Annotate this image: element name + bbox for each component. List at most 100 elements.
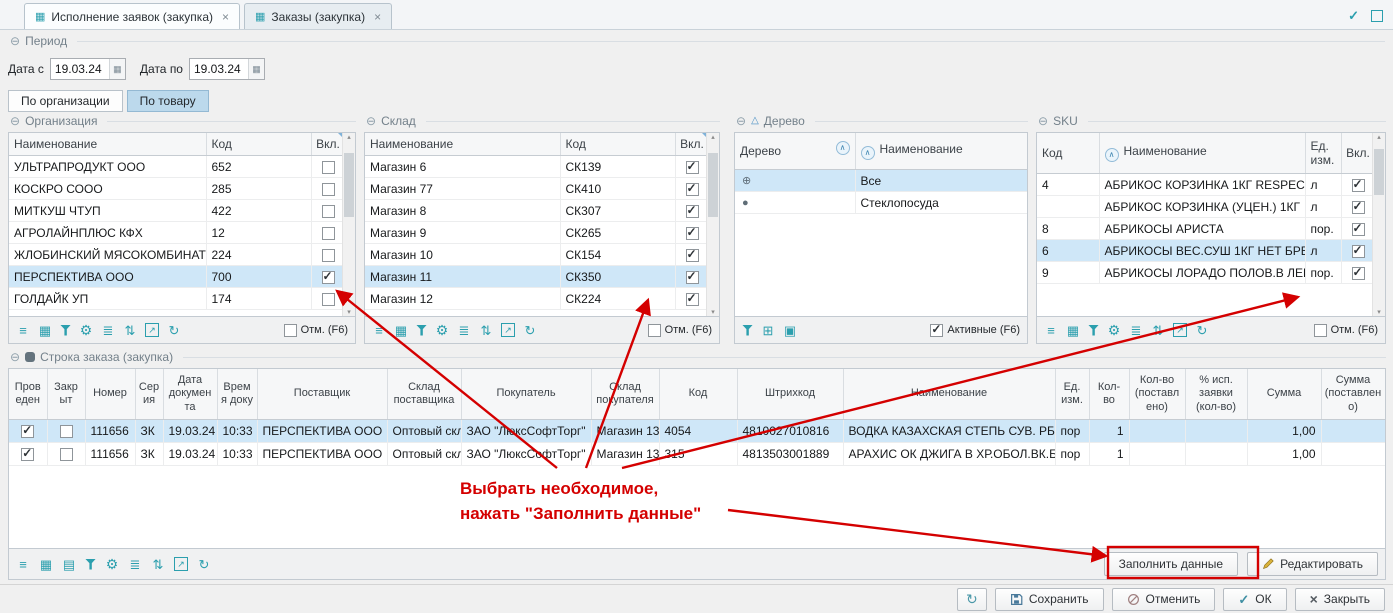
otm-checkbox[interactable] <box>648 324 661 337</box>
otm-checkbox-group[interactable]: Отм. (F6) <box>284 324 348 337</box>
column-header[interactable]: Склад покупателя <box>591 369 659 420</box>
date-from-input[interactable]: ▦ <box>50 58 126 80</box>
vertical-scrollbar[interactable] <box>706 133 719 316</box>
table-row[interactable]: 6АБРИКОСЫ ВЕС.СУШ 1КГ НЕТ БРЕНДл <box>1037 240 1372 262</box>
collapse-icon[interactable]: ⊖ <box>366 115 376 127</box>
vkl-checkbox[interactable] <box>686 271 699 284</box>
column-header[interactable]: Закрыт <box>47 369 85 420</box>
filter-icon[interactable] <box>60 325 71 336</box>
vkl-checkbox[interactable] <box>322 249 335 262</box>
table-row[interactable]: Магазин 12СК224 <box>365 288 706 310</box>
column-header[interactable]: Наименование <box>1099 133 1305 174</box>
sort-icon[interactable]: ⇅ <box>1151 324 1165 337</box>
tab-requests-execution[interactable]: ▦ Исполнение заявок (закупка) × <box>24 3 240 29</box>
column-header[interactable]: Серия <box>135 369 163 420</box>
cancel-button[interactable]: Отменить <box>1112 588 1216 611</box>
list-view-icon[interactable]: ≡ <box>16 558 30 571</box>
filter-icon[interactable] <box>416 325 427 336</box>
otm-checkbox-group[interactable]: Отм. (F6) <box>648 324 712 337</box>
column-header[interactable]: Наименование <box>843 369 1055 420</box>
vkl-checkbox[interactable] <box>1352 179 1365 192</box>
list-view-icon[interactable]: ≡ <box>372 324 386 337</box>
numbered-list-icon[interactable]: ≣ <box>1129 324 1143 337</box>
filter-icon[interactable] <box>85 559 96 570</box>
column-header[interactable]: Вкл. <box>311 133 342 156</box>
vkl-checkbox[interactable] <box>1352 201 1365 214</box>
date-from-field[interactable] <box>51 59 109 79</box>
column-header[interactable]: Покупатель <box>461 369 591 420</box>
settings-icon[interactable]: ⚙ <box>79 323 93 337</box>
date-to-input[interactable]: ▦ <box>189 58 265 80</box>
column-header[interactable]: Наименование <box>9 133 206 156</box>
vkl-checkbox[interactable] <box>322 271 335 284</box>
table-row[interactable]: Магазин 6СК139 <box>365 156 706 178</box>
column-header[interactable]: Дерево <box>735 133 855 170</box>
tab-by-product[interactable]: По товару <box>127 90 209 112</box>
collapse-icon[interactable]: ⊖ <box>1038 115 1048 127</box>
fullscreen-icon[interactable] <box>1371 10 1383 22</box>
column-header[interactable]: Сумма (поставлено) <box>1321 369 1385 420</box>
validate-icon[interactable]: ✓ <box>1348 9 1359 22</box>
settings-icon[interactable]: ⚙ <box>435 323 449 337</box>
calendar-view-icon[interactable]: ▤ <box>62 558 76 571</box>
column-header[interactable]: Вкл. <box>675 133 706 156</box>
export-icon[interactable]: ↗ <box>1173 323 1187 337</box>
otm-checkbox[interactable] <box>1314 324 1327 337</box>
refresh-button[interactable]: ↻ <box>957 588 987 611</box>
column-header[interactable]: Проведен <box>9 369 47 420</box>
vkl-checkbox[interactable] <box>686 183 699 196</box>
fill-data-button[interactable]: Заполнить данные <box>1104 552 1238 576</box>
sort-icon[interactable]: ⇅ <box>151 558 165 571</box>
column-header[interactable]: Номер <box>85 369 135 420</box>
vertical-scrollbar[interactable] <box>1372 133 1385 316</box>
table-row[interactable]: АГРОЛАЙНПЛЮС КФХ12 <box>9 222 342 244</box>
list-view-icon[interactable]: ≡ <box>16 324 30 337</box>
table-row[interactable]: ⊕Все <box>735 170 1027 192</box>
vkl-checkbox[interactable] <box>322 227 335 240</box>
vkl-checkbox[interactable] <box>686 249 699 262</box>
posted-checkbox[interactable] <box>21 448 34 461</box>
column-header[interactable]: Время доку <box>217 369 257 420</box>
settings-icon[interactable]: ⚙ <box>1107 323 1121 337</box>
closed-checkbox[interactable] <box>60 448 73 461</box>
table-row[interactable]: 4АБРИКОС КОРЗИНКА 1КГ RESPECTл <box>1037 174 1372 196</box>
tab-orders[interactable]: ▦ Заказы (закупка) × <box>244 3 392 29</box>
grid-view-icon[interactable]: ▦ <box>38 324 52 337</box>
numbered-list-icon[interactable]: ≣ <box>128 558 142 571</box>
column-header[interactable]: % исп. заявки (кол-во) <box>1185 369 1247 420</box>
sort-icon[interactable]: ⇅ <box>479 324 493 337</box>
table-row[interactable]: ●Стеклопосуда <box>735 192 1027 214</box>
column-header[interactable]: Штрихкод <box>737 369 843 420</box>
column-header[interactable]: Кол-во <box>1089 369 1129 420</box>
vkl-checkbox[interactable] <box>322 293 335 306</box>
closed-checkbox[interactable] <box>60 425 73 438</box>
refresh-icon[interactable]: ↻ <box>197 558 211 571</box>
active-checkbox-group[interactable]: Активные (F6) <box>930 324 1020 337</box>
column-header[interactable]: Сумма <box>1247 369 1321 420</box>
active-checkbox[interactable] <box>930 324 943 337</box>
column-header[interactable]: Ед. изм. <box>1305 133 1341 174</box>
settings-icon[interactable]: ⚙ <box>105 557 119 571</box>
vkl-checkbox[interactable] <box>1352 223 1365 236</box>
collapse-icon[interactable]: ⊖ <box>10 35 20 47</box>
numbered-list-icon[interactable]: ≣ <box>101 324 115 337</box>
otm-checkbox-group[interactable]: Отм. (F6) <box>1314 324 1378 337</box>
table-row[interactable]: Магазин 11СК350 <box>365 266 706 288</box>
date-to-field[interactable] <box>190 59 248 79</box>
otm-checkbox[interactable] <box>284 324 297 337</box>
vkl-checkbox[interactable] <box>686 161 699 174</box>
grid-view-icon[interactable]: ▦ <box>1066 324 1080 337</box>
table-row[interactable]: ЖЛОБИНСКИЙ МЯСОКОМБИНАТ224 <box>9 244 342 266</box>
table-row[interactable]: УЛЬТРАПРОДУКТ ООО652 <box>9 156 342 178</box>
collapse-icon[interactable]: ⊖ <box>736 115 746 127</box>
column-header[interactable]: Код <box>1037 133 1099 174</box>
export-icon[interactable]: ↗ <box>501 323 515 337</box>
table-row[interactable]: 111656ЗК19.03.2410:33ПЕРСПЕКТИВА ООООпто… <box>9 443 1385 466</box>
table-row[interactable]: 111656ЗК19.03.2410:33ПЕРСПЕКТИВА ООООпто… <box>9 420 1385 443</box>
column-header[interactable]: Склад поставщика <box>387 369 461 420</box>
table-row[interactable]: ПЕРСПЕКТИВА ООО700 <box>9 266 342 288</box>
export-icon[interactable]: ↗ <box>145 323 159 337</box>
vkl-checkbox[interactable] <box>322 183 335 196</box>
vkl-checkbox[interactable] <box>322 161 335 174</box>
vkl-checkbox[interactable] <box>686 205 699 218</box>
